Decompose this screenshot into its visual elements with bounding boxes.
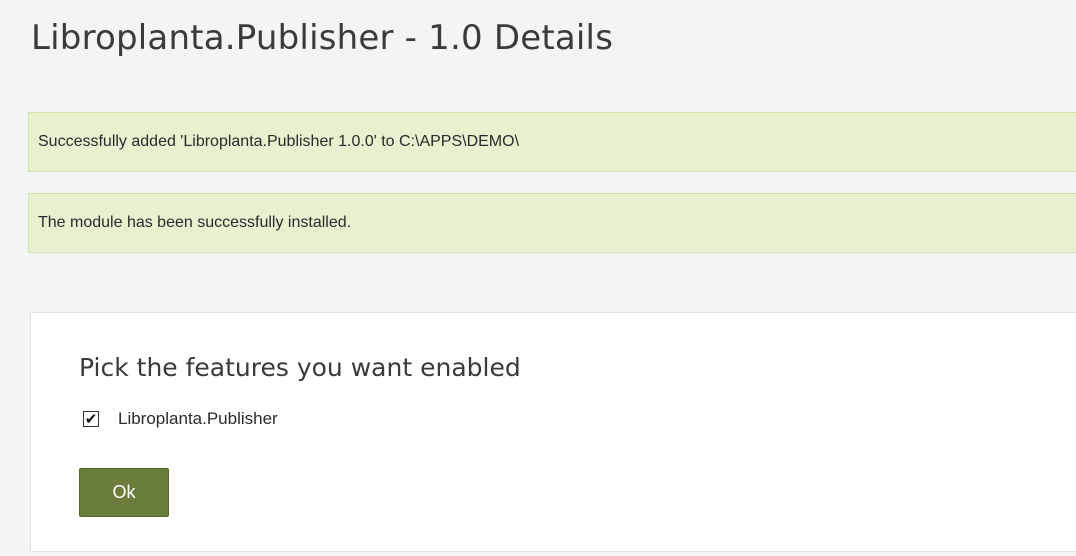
page-title: Libroplanta.Publisher - 1.0 Details (31, 18, 614, 58)
success-message-installed-text: The module has been successfully install… (38, 214, 352, 231)
feature-row-libroplanta-publisher: ✔ Libroplanta.Publisher (83, 409, 278, 429)
success-message-added: Successfully added 'Libroplanta.Publishe… (28, 112, 1076, 172)
feature-checkbox[interactable]: ✔ (83, 411, 99, 427)
success-message-installed: The module has been successfully install… (28, 193, 1076, 253)
features-panel: Pick the features you want enabled ✔ Lib… (30, 312, 1076, 552)
feature-label: Libroplanta.Publisher (118, 409, 278, 428)
features-heading: Pick the features you want enabled (79, 353, 521, 382)
success-message-added-text: Successfully added 'Libroplanta.Publishe… (38, 133, 520, 150)
ok-button[interactable]: Ok (79, 468, 169, 517)
